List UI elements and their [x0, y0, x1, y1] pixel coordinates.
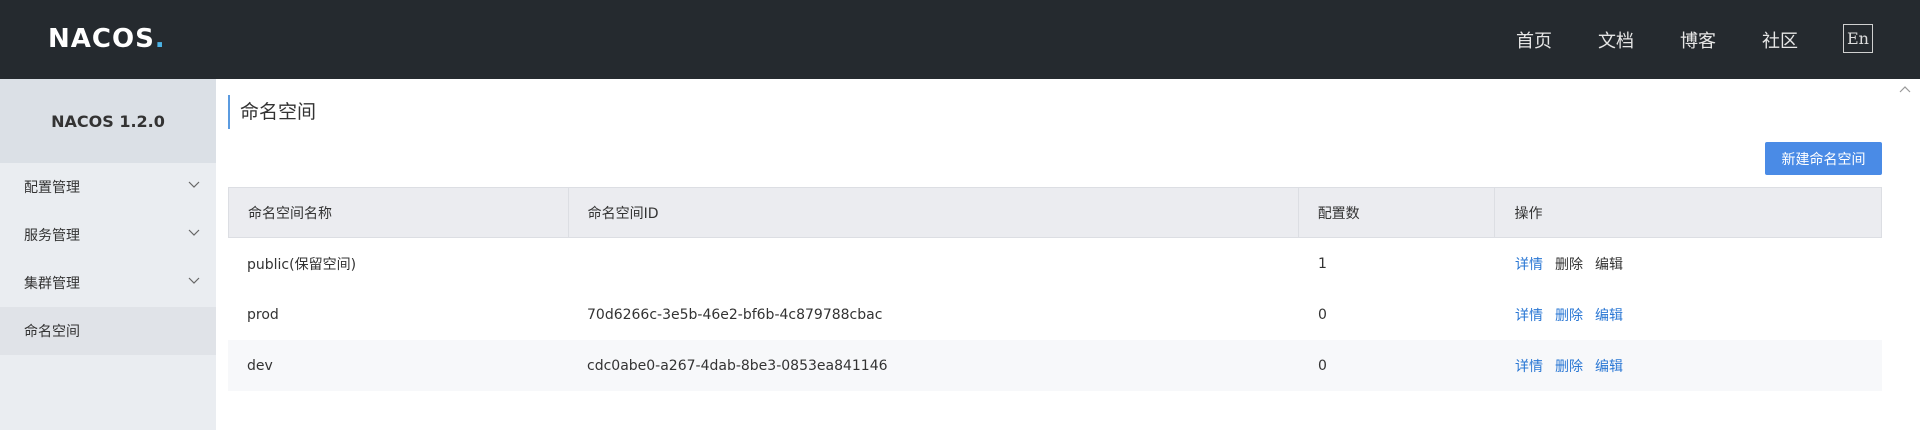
edit-link[interactable]: 编辑 — [1595, 305, 1623, 325]
table-row: dev cdc0abe0-a267-4dab-8be3-0853ea841146… — [228, 340, 1882, 391]
nav-community-link[interactable]: 社区 — [1762, 27, 1798, 53]
scroll-up-icon[interactable] — [1898, 84, 1912, 94]
cell-name: dev — [247, 357, 273, 374]
sidebar-item-label: 集群管理 — [24, 276, 80, 292]
cell-actions: 详情 删除 编辑 — [1496, 289, 1882, 340]
cell-actions: 详情 删除 编辑 — [1496, 238, 1882, 289]
cell-name: prod — [247, 306, 279, 323]
nav-docs-link[interactable]: 文档 — [1598, 27, 1634, 53]
logo-dot: . — [154, 24, 166, 54]
details-link[interactable]: 详情 — [1515, 305, 1543, 325]
cell-id: cdc0abe0-a267-4dab-8be3-0853ea841146 — [587, 357, 888, 374]
logo-text: NACOS — [48, 24, 155, 54]
column-header-actions: 操作 — [1514, 205, 1543, 222]
delete-link[interactable]: 删除 — [1555, 305, 1583, 325]
table-row: prod 70d6266c-3e5b-46e2-bf6b-4c879788cba… — [228, 289, 1882, 340]
chevron-down-icon — [188, 229, 200, 236]
sidebar-item-cluster-management[interactable]: 集群管理 — [0, 259, 216, 307]
cell-count: 0 — [1318, 306, 1327, 323]
chevron-down-icon — [188, 181, 200, 188]
sidebar-item-namespace[interactable]: 命名空间 — [0, 307, 216, 355]
edit-link: 编辑 — [1595, 256, 1623, 273]
sidebar-title: NACOS 1.2.0 — [0, 79, 216, 163]
table-row: public(保留空间) 1 详情 删除 编辑 — [228, 238, 1882, 289]
details-link[interactable]: 详情 — [1515, 356, 1543, 376]
sidebar-item-label: 服务管理 — [24, 228, 80, 244]
column-header-name: 命名空间名称 — [229, 188, 569, 237]
cell-name: public(保留空间) — [247, 256, 357, 273]
chevron-down-icon — [188, 277, 200, 284]
nav-home-link[interactable]: 首页 — [1516, 27, 1552, 53]
sidebar-item-service-management[interactable]: 服务管理 — [0, 211, 216, 259]
nacos-logo[interactable]: NACOS. — [48, 24, 166, 54]
new-namespace-button[interactable]: 新建命名空间 — [1765, 142, 1882, 175]
delete-link: 删除 — [1555, 256, 1583, 273]
details-link[interactable]: 详情 — [1515, 254, 1543, 274]
page-title: 命名空间 — [228, 95, 316, 129]
sidebar-item-label: 命名空间 — [24, 324, 80, 340]
nav-blog-link[interactable]: 博客 — [1680, 27, 1716, 53]
delete-link[interactable]: 删除 — [1555, 356, 1583, 376]
table-header: 命名空间名称 命名空间ID 配置数 操作 — [228, 187, 1882, 238]
cell-id: 70d6266c-3e5b-46e2-bf6b-4c879788cbac — [587, 306, 883, 323]
sidebar-item-config-management[interactable]: 配置管理 — [0, 163, 216, 211]
edit-link[interactable]: 编辑 — [1595, 356, 1623, 376]
cell-actions: 详情 删除 编辑 — [1496, 340, 1882, 391]
column-header-config-count: 配置数 — [1299, 188, 1496, 237]
namespace-table: 命名空间名称 命名空间ID 配置数 操作 public(保留空间) 1 详情 删… — [228, 187, 1882, 391]
cell-count: 0 — [1318, 357, 1327, 374]
language-switch-button[interactable]: En — [1843, 24, 1873, 53]
top-navigation-bar: NACOS. 首页 文档 博客 社区 En — [0, 0, 1920, 79]
sidebar: NACOS 1.2.0 配置管理 服务管理 集群管理 命名空间 — [0, 79, 216, 430]
cell-id — [568, 238, 1299, 289]
column-header-id: 命名空间ID — [569, 188, 1299, 237]
sidebar-item-label: 配置管理 — [24, 180, 80, 196]
cell-count: 1 — [1318, 255, 1327, 272]
